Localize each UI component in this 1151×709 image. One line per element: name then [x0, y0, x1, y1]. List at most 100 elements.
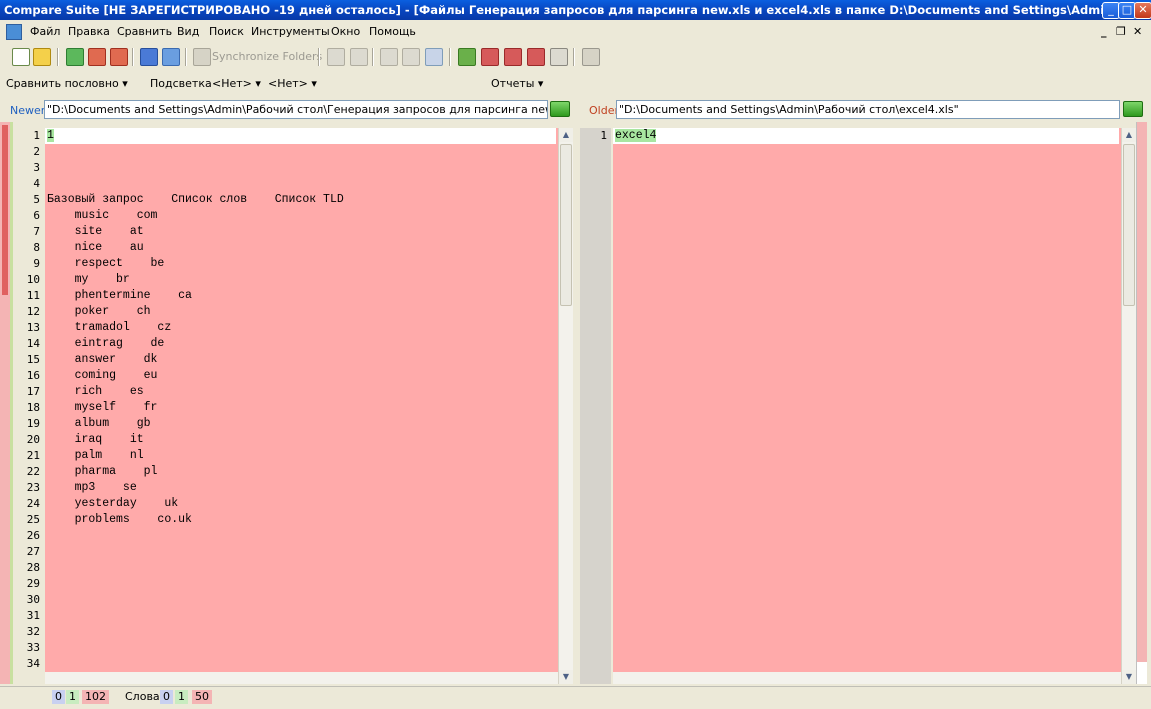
- line-number: 23: [26, 481, 40, 494]
- menu-window[interactable]: Окно: [331, 25, 360, 38]
- menu-tools[interactable]: Инструменты: [251, 25, 330, 38]
- report2-icon[interactable]: [504, 48, 522, 66]
- right-path-field[interactable]: "D:\Documents and Settings\Admin\Рабочий…: [616, 100, 1120, 119]
- move-up-icon[interactable]: [88, 48, 106, 66]
- text-line-content: myself fr: [47, 401, 158, 414]
- mdi-close-button[interactable]: ✕: [1133, 25, 1142, 38]
- text-line-content: respect be: [47, 257, 165, 270]
- highlight-value-1: <Нет>: [212, 77, 252, 90]
- sync-icon: [193, 48, 211, 66]
- mdi-minimize-button[interactable]: _: [1101, 25, 1107, 38]
- menu-edit[interactable]: Правка: [68, 25, 110, 38]
- reports-label: Отчеты: [491, 77, 535, 90]
- text-line: tramadol cz: [45, 320, 172, 336]
- text-line-content: site at: [47, 225, 144, 238]
- text-line-content: eintrag de: [47, 337, 165, 350]
- scroll-down-arrow-icon[interactable]: ▼: [559, 670, 573, 684]
- left-path-field[interactable]: "D:\Documents and Settings\Admin\Рабочий…: [44, 100, 548, 119]
- menu-compare[interactable]: Сравнить: [117, 25, 172, 38]
- synchronize-folders-button[interactable]: Synchronize Folders: [212, 50, 322, 63]
- scroll-down-arrow-icon[interactable]: ▼: [1122, 670, 1136, 684]
- left-text-area[interactable]: 1 Базовый запрос Список слов Список TLD m…: [45, 128, 558, 672]
- options-icon[interactable]: [458, 48, 476, 66]
- scroll-thumb[interactable]: [560, 144, 572, 306]
- move-down-icon[interactable]: [110, 48, 128, 66]
- text-line-content: rich es: [47, 385, 144, 398]
- lines-changed-count: 102: [82, 690, 109, 704]
- menu-help[interactable]: Помощь: [369, 25, 416, 38]
- compare-mode-label: Сравнить пословно: [6, 77, 119, 90]
- left-open-folder-icon[interactable]: [550, 101, 570, 117]
- mdi-restore-button[interactable]: ❐: [1116, 25, 1126, 38]
- recompare-icon[interactable]: [162, 48, 180, 66]
- left-vertical-scrollbar[interactable]: ▲ ▼: [558, 128, 573, 684]
- title-bar: Compare Suite [НЕ ЗАРЕГИСТРИРОВАНО -19 д…: [0, 0, 1151, 20]
- line-number: 22: [26, 465, 40, 478]
- text-line: coming eu: [45, 368, 158, 384]
- text-line-content: 1: [47, 129, 54, 142]
- line-number: 20: [26, 433, 40, 446]
- right-open-folder-icon[interactable]: [1123, 101, 1143, 117]
- left-horizontal-scrollbar[interactable]: [45, 672, 558, 684]
- text-line-content: music com: [47, 209, 158, 222]
- toolbar-separator: [573, 48, 574, 66]
- copy-left-icon[interactable]: [380, 48, 398, 66]
- left-overview-marker: [2, 125, 8, 295]
- reports-dropdown[interactable]: Отчеты ▾: [491, 77, 543, 90]
- line-number: 4: [33, 177, 40, 190]
- report-icon[interactable]: [481, 48, 499, 66]
- toolbar: Synchronize Folders: [0, 43, 1151, 71]
- text-line: [45, 560, 47, 576]
- swap-icon[interactable]: [140, 48, 158, 66]
- text-line: iraq it: [45, 432, 144, 448]
- line-number: 16: [26, 369, 40, 382]
- compare-mode-dropdown[interactable]: Сравнить пословно ▾: [6, 77, 128, 90]
- open-folder-icon[interactable]: [33, 48, 51, 66]
- right-overview-diff: [1137, 122, 1147, 662]
- text-line: [45, 656, 47, 672]
- text-line-content: album gb: [47, 417, 151, 430]
- right-horizontal-scrollbar[interactable]: [613, 672, 1121, 684]
- line-number: 14: [26, 337, 40, 350]
- close-button[interactable]: ✕: [1134, 2, 1151, 19]
- highlight-value-2: <Нет>: [268, 77, 308, 90]
- copy-right-icon[interactable]: [402, 48, 420, 66]
- menu-view[interactable]: Вид: [177, 25, 199, 38]
- text-line: mp3 se: [45, 480, 137, 496]
- scroll-up-arrow-icon[interactable]: ▲: [559, 128, 573, 142]
- prev-diff-icon[interactable]: [327, 48, 345, 66]
- text-line-content: coming eu: [47, 369, 158, 382]
- split-view-icon[interactable]: [425, 48, 443, 66]
- highlight-dropdown-2[interactable]: <Нет> ▾: [268, 77, 317, 90]
- text-line: [45, 640, 47, 656]
- scroll-thumb[interactable]: [1123, 144, 1135, 306]
- refresh-icon[interactable]: [66, 48, 84, 66]
- next-diff-icon[interactable]: [350, 48, 368, 66]
- new-file-icon[interactable]: [12, 48, 30, 66]
- line-number: 8: [33, 241, 40, 254]
- text-line: [45, 144, 47, 160]
- text-line-content: poker ch: [47, 305, 151, 318]
- line-number: 27: [26, 545, 40, 558]
- menu-file[interactable]: Файл: [30, 25, 60, 38]
- report3-icon[interactable]: [527, 48, 545, 66]
- highlight-dropdown-1[interactable]: <Нет> ▾: [212, 77, 261, 90]
- text-line-content: Базовый запрос Список слов Список TLD: [47, 193, 344, 206]
- line-number: 3: [33, 161, 40, 174]
- toolbar-separator: [132, 48, 133, 66]
- text-icon[interactable]: [550, 48, 568, 66]
- right-vertical-scrollbar[interactable]: ▲ ▼: [1121, 128, 1136, 684]
- text-line-content: mp3 se: [47, 481, 137, 494]
- toolbar-separator: [57, 48, 58, 66]
- menu-search[interactable]: Поиск: [209, 25, 244, 38]
- scroll-up-arrow-icon[interactable]: ▲: [1122, 128, 1136, 142]
- tree-icon[interactable]: [582, 48, 600, 66]
- text-line-content: problems co.uk: [47, 513, 192, 526]
- line-number: 33: [26, 641, 40, 654]
- lines-unchanged-count: 0: [52, 690, 65, 704]
- text-line-content: phentermine ca: [47, 289, 192, 302]
- text-line: poker ch: [45, 304, 151, 320]
- menu-bar: Файл Правка Сравнить Вид Поиск Инструмен…: [0, 21, 1151, 42]
- text-line-content: my br: [47, 273, 130, 286]
- right-text-area[interactable]: excel4: [613, 128, 1121, 672]
